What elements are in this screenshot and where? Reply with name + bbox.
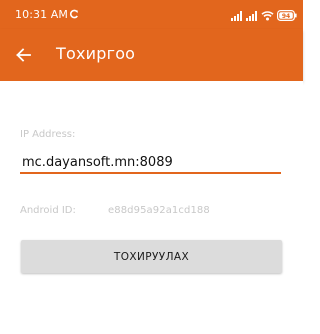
- battery-icon: 94: [277, 6, 297, 25]
- sync-icon: [69, 9, 79, 22]
- android-id-value: e88d95a92a1cd188: [108, 205, 210, 216]
- status-time-text: 10:31 AM: [15, 8, 69, 21]
- battery-level: 94: [282, 12, 290, 19]
- wifi-icon: [261, 6, 274, 25]
- android-id-label: Android ID:: [20, 205, 76, 216]
- back-button[interactable]: [10, 42, 36, 68]
- settings-form: IP Address: Android ID: e88d95a92a1cd188…: [0, 81, 303, 334]
- status-time: 10:31 AM: [15, 8, 79, 22]
- status-bar: 10:31 AM 94: [0, 0, 303, 29]
- signal-icon: [231, 6, 243, 25]
- signal-icon: [246, 6, 258, 25]
- page-title: Тохиргоо: [56, 44, 136, 63]
- arrow-left-icon: [16, 48, 31, 62]
- status-icons: 94: [231, 9, 297, 21]
- app-bar: Тохиргоо: [0, 29, 303, 81]
- save-settings-button[interactable]: ТОХИРУУЛАХ: [21, 240, 282, 273]
- ip-address-input[interactable]: [20, 152, 281, 174]
- ip-address-label: IP Address:: [20, 129, 76, 140]
